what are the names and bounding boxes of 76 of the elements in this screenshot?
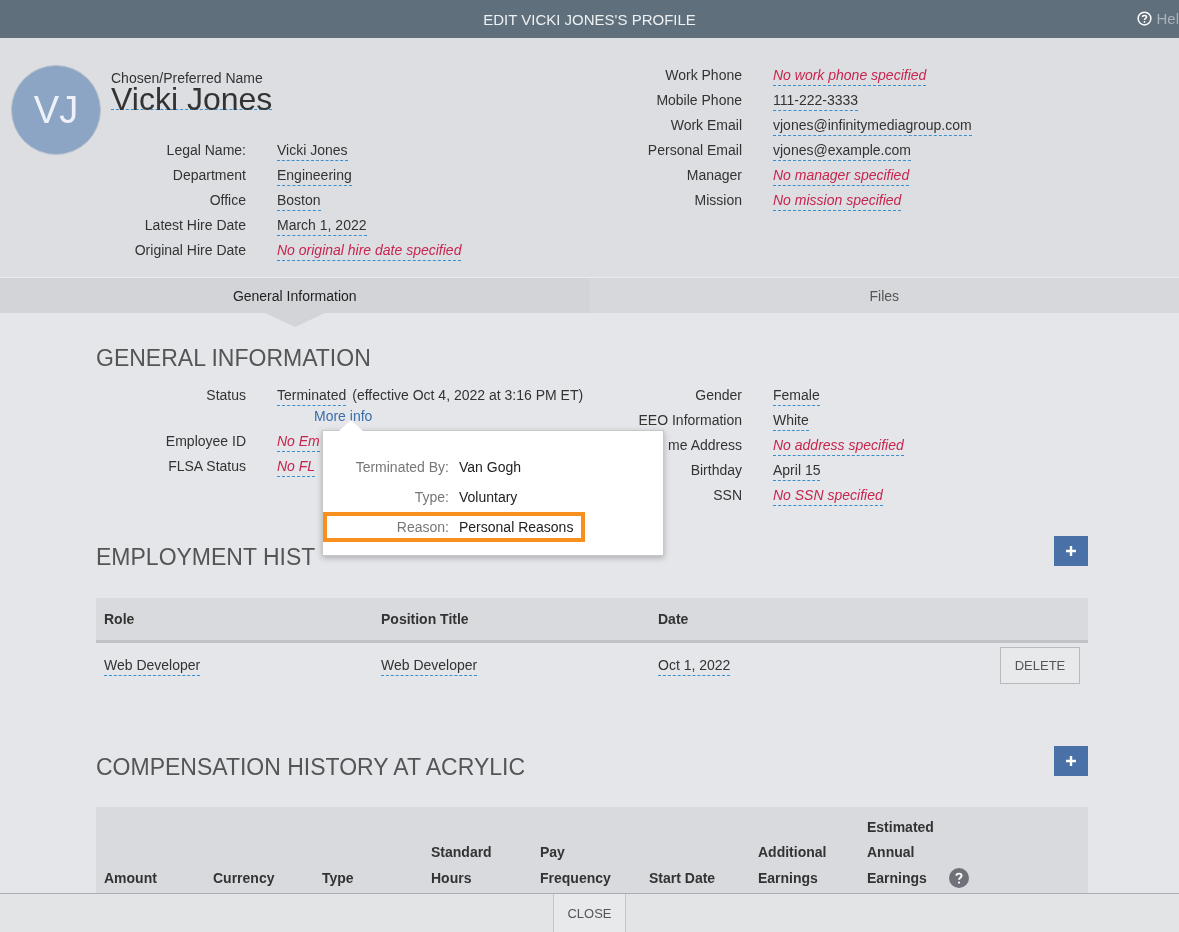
column-header: Position Title — [381, 611, 470, 627]
plus-icon — [1065, 545, 1077, 557]
section-title: GENERAL INFORMATION — [96, 344, 372, 373]
field-label: SSN — [712, 486, 742, 505]
field-label: Mission — [693, 191, 742, 210]
field-value[interactable]: No Em — [277, 431, 320, 452]
plus-icon — [1065, 755, 1077, 767]
field-value[interactable]: Engineering — [277, 165, 352, 186]
section-title: COMPENSATION HISTORY AT ACRYLIC — [96, 753, 526, 782]
field-value[interactable]: No FL — [277, 456, 316, 477]
column-header: Additional Earnings — [758, 843, 828, 888]
field-label: Status — [205, 386, 246, 405]
help-icon[interactable] — [949, 868, 969, 888]
table-cell[interactable]: Web Developer — [381, 655, 478, 676]
column-header: Type — [322, 868, 354, 888]
column-header: Role — [104, 611, 136, 627]
field-label: Work Email — [669, 116, 742, 135]
status-note: (effective Oct 4, 2022 at 3:16 PM ET) — [352, 387, 584, 403]
add-button[interactable] — [1054, 536, 1088, 566]
field-value[interactable]: Vicki Jones — [277, 140, 348, 161]
field-value[interactable]: March 1, 2022 — [277, 215, 367, 236]
add-button[interactable] — [1054, 746, 1088, 776]
column-header: Pay Frequency — [540, 843, 612, 888]
field-label: Birthday — [689, 461, 742, 480]
popover-label: Type: — [413, 489, 449, 505]
field-label: EEO Information — [637, 411, 742, 430]
popover-value: Voluntary — [459, 489, 518, 505]
field-value[interactable]: No address specified — [773, 435, 904, 456]
close-button[interactable]: CLOSE — [553, 894, 626, 932]
field-label: Legal Name: — [165, 141, 246, 160]
field-value[interactable]: Female — [773, 385, 820, 406]
field-value[interactable]: No original hire date specified — [277, 240, 462, 261]
field-label: Chosen/Preferred Name — [111, 69, 263, 87]
field-label: Latest Hire Date — [143, 216, 246, 235]
column-header: Amount — [104, 868, 157, 888]
column-header: Currency — [213, 868, 275, 888]
field-value[interactable]: 111-222-3333 — [773, 90, 859, 111]
help-icon — [1137, 11, 1153, 26]
field-value[interactable]: Boston — [277, 190, 321, 211]
table-cell[interactable]: Web Developer — [104, 655, 201, 676]
popover-value: Van Gogh — [459, 459, 521, 475]
more-info-link[interactable]: More info — [314, 408, 373, 424]
name-field[interactable]: Vicki Jones — [111, 87, 273, 110]
field-label: FLSA Status — [167, 457, 246, 476]
field-value[interactable]: No SSN specified — [773, 485, 883, 506]
popover-value: Personal Reasons — [459, 519, 574, 535]
popover-label: Terminated By: — [354, 459, 449, 475]
tab[interactable]: General Information — [0, 278, 590, 327]
column-header: Date — [658, 611, 690, 627]
column-header: Start Date — [649, 868, 716, 888]
field-value[interactable]: No mission specified — [773, 190, 902, 211]
field-label: me Address — [667, 436, 742, 455]
window-title: EDIT VICKI JONES'S PROFILE — [483, 10, 696, 28]
table-cell[interactable]: Oct 1, 2022 — [658, 655, 731, 676]
field-label: Gender — [694, 386, 742, 405]
column-header: Estimated Annual Earnings — [867, 817, 935, 888]
field-label: Work Phone — [664, 66, 742, 85]
field-value[interactable]: April 15 — [773, 460, 821, 481]
field-label: Original Hire Date — [133, 241, 246, 260]
field-value[interactable]: Terminated — [277, 385, 347, 406]
field-label: Office — [208, 191, 246, 210]
field-value[interactable]: vjones@infinitymediagroup.com — [773, 115, 972, 136]
field-label: Personal Email — [646, 141, 742, 160]
field-value[interactable]: vjones@example.com — [773, 140, 911, 161]
field-label: Department — [171, 166, 246, 185]
field-label: Manager — [685, 166, 742, 185]
field-label: Employee ID — [164, 432, 246, 451]
field-label: Mobile Phone — [655, 91, 742, 110]
field-value[interactable]: No work phone specified — [773, 65, 927, 86]
field-value[interactable]: No manager specified — [773, 165, 910, 186]
column-header: Standard Hours — [431, 843, 493, 888]
section-title: EMPLOYMENT HIST — [96, 543, 316, 572]
avatar: VJ — [11, 65, 101, 155]
field-value[interactable]: White — [773, 410, 809, 431]
delete-button[interactable]: DELETE — [1000, 647, 1080, 684]
popover-label: Reason: — [395, 519, 449, 535]
